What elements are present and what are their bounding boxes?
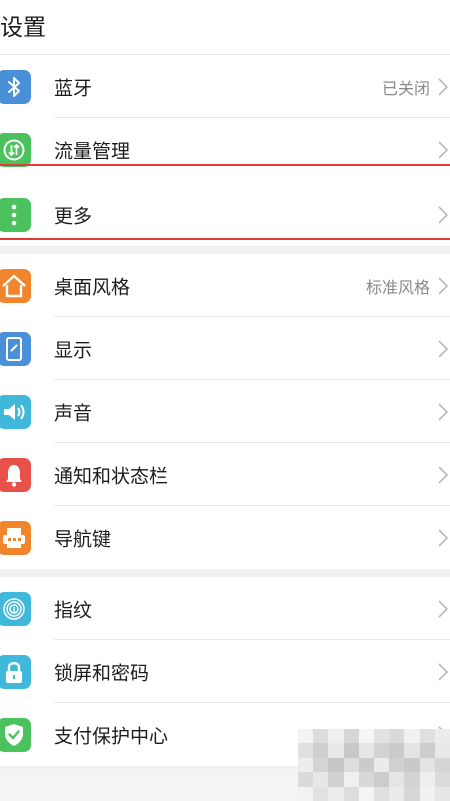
more-vertical-icon <box>0 197 31 232</box>
section-gap <box>0 569 450 577</box>
bluetooth-icon <box>0 69 31 104</box>
theme-value: 标准风格 <box>365 277 430 297</box>
highlight-line-top <box>0 164 450 166</box>
settings-item-label: 更多 <box>54 205 93 227</box>
settings-item-label: 显示 <box>54 339 93 361</box>
chevron-right-icon <box>438 77 448 96</box>
chevron-right-icon <box>438 528 448 547</box>
settings-item-label: 通知和状态栏 <box>54 465 169 487</box>
connectivity-group: 蓝牙 已关闭 流量管理 更多 <box>0 55 450 246</box>
settings-item-fingerprint[interactable]: 指纹 <box>0 577 450 640</box>
settings-item-label: 锁屏和密码 <box>54 662 150 684</box>
navigation-keys-icon <box>0 520 31 555</box>
settings-item-navigation-keys[interactable]: 导航键 <box>0 506 450 569</box>
settings-item-label: 桌面风格 <box>54 276 131 298</box>
lock-icon <box>0 654 31 689</box>
settings-item-display[interactable]: 显示 <box>0 317 450 380</box>
settings-item-label: 声音 <box>54 402 93 424</box>
data-usage-icon <box>0 132 31 167</box>
settings-item-notifications[interactable]: 通知和状态栏 <box>0 443 450 506</box>
settings-item-label: 流量管理 <box>54 140 131 162</box>
chevron-right-icon <box>438 276 448 295</box>
settings-item-label: 导航键 <box>54 528 112 550</box>
display-group: 桌面风格 标准风格 显示 声音 通知和状态栏 导航键 <box>0 254 450 569</box>
chevron-right-icon <box>438 599 448 618</box>
bluetooth-status: 已关闭 <box>381 78 430 98</box>
settings-item-data-usage[interactable]: 流量管理 <box>0 118 450 181</box>
section-gap <box>0 246 450 254</box>
settings-header: 设置 <box>0 0 450 55</box>
bell-icon <box>0 457 31 492</box>
settings-item-label: 支付保护中心 <box>54 725 169 747</box>
settings-item-bluetooth[interactable]: 蓝牙 已关闭 <box>0 55 450 118</box>
chevron-right-icon <box>438 402 448 421</box>
chevron-right-icon <box>438 662 448 681</box>
home-icon <box>0 268 31 303</box>
pixelated-watermark <box>298 729 450 801</box>
settings-item-more[interactable]: 更多 <box>0 181 450 246</box>
display-icon <box>0 331 31 366</box>
settings-item-theme[interactable]: 桌面风格 标准风格 <box>0 254 450 317</box>
settings-item-label: 蓝牙 <box>54 77 93 99</box>
fingerprint-icon <box>0 591 31 626</box>
speaker-icon <box>0 394 31 429</box>
settings-item-label: 指纹 <box>54 599 93 621</box>
chevron-right-icon <box>438 205 448 224</box>
highlight-line-bottom <box>0 238 450 240</box>
chevron-right-icon <box>438 465 448 484</box>
shield-check-icon <box>0 717 31 752</box>
page-title: 设置 <box>0 15 46 41</box>
chevron-right-icon <box>438 339 448 358</box>
chevron-right-icon <box>438 140 448 159</box>
settings-item-sound[interactable]: 声音 <box>0 380 450 443</box>
settings-item-lock-screen[interactable]: 锁屏和密码 <box>0 640 450 703</box>
